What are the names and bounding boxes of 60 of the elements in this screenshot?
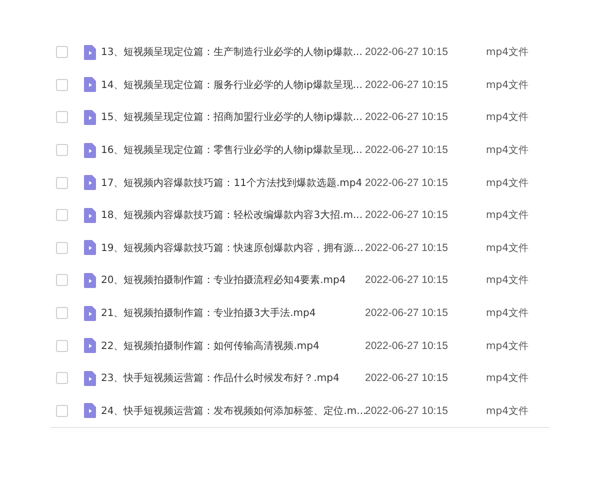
file-name[interactable]: 20、短视频拍摄制作篇：专业拍摄流程必知4要素.mp4 bbox=[101, 273, 363, 288]
checkbox[interactable] bbox=[56, 209, 68, 222]
file-name[interactable]: 15、短视频呈现定位篇：招商加盟行业必学的人物ip爆款... bbox=[101, 110, 363, 124]
file-name[interactable]: 23、快手短视频运营篇：作品什么时候发布好？.mp4 bbox=[101, 371, 363, 386]
checkbox[interactable] bbox=[56, 372, 68, 384]
video-file-icon bbox=[84, 370, 96, 386]
checkbox[interactable] bbox=[56, 144, 68, 156]
checkbox[interactable] bbox=[56, 242, 68, 254]
video-file-icon bbox=[84, 338, 96, 354]
file-type: mp4文件 bbox=[486, 306, 528, 320]
checkbox[interactable] bbox=[56, 78, 68, 91]
file-name[interactable]: 18、短视频内容爆款技巧篇：轻松改编爆款内容3大招.m... bbox=[101, 208, 363, 222]
modified-date: 2022-06-27 10:15 bbox=[365, 144, 449, 156]
file-type: mp4文件 bbox=[486, 110, 528, 124]
file-name[interactable]: 13、短视频呈现定位篇：生产制造行业必学的人物ip爆款... bbox=[101, 45, 363, 60]
video-file-icon bbox=[84, 77, 96, 92]
checkbox[interactable] bbox=[56, 307, 68, 320]
modified-date: 2022-06-27 10:15 bbox=[365, 340, 449, 352]
modified-date: 2022-06-27 10:15 bbox=[365, 274, 449, 286]
file-type: mp4文件 bbox=[486, 46, 528, 60]
file-name[interactable]: 21、短视频拍摄制作篇：专业拍摄3大手法.mp4 bbox=[101, 306, 363, 320]
file-name[interactable]: 14、短视频呈现定位篇：服务行业必学的人物ip爆款呈现... bbox=[101, 78, 363, 92]
file-type: mp4文件 bbox=[486, 372, 528, 386]
checkbox[interactable] bbox=[56, 176, 68, 189]
file-type: mp4文件 bbox=[486, 242, 528, 255]
checkbox[interactable] bbox=[56, 404, 68, 417]
file-name[interactable]: 17、短视频内容爆款技巧篇：11个方法找到爆款选题.mp4 bbox=[101, 176, 363, 190]
video-file-icon bbox=[84, 403, 96, 418]
modified-date: 2022-06-27 10:15 bbox=[365, 404, 449, 417]
video-file-icon bbox=[84, 142, 96, 158]
video-file-icon bbox=[84, 240, 96, 256]
checkbox[interactable] bbox=[56, 46, 68, 58]
modified-date: 2022-06-27 10:15 bbox=[365, 176, 449, 189]
modified-date: 2022-06-27 10:15 bbox=[365, 307, 449, 320]
modified-date: 2022-06-27 10:15 bbox=[365, 46, 449, 58]
file-type: mp4文件 bbox=[486, 274, 528, 288]
video-file-icon bbox=[84, 306, 96, 321]
video-file-icon bbox=[84, 208, 96, 223]
file-type: mp4文件 bbox=[486, 176, 528, 190]
video-file-icon bbox=[84, 110, 96, 125]
modified-date: 2022-06-27 10:15 bbox=[365, 111, 449, 124]
modified-date: 2022-06-27 10:15 bbox=[365, 209, 449, 222]
modified-date: 2022-06-27 10:15 bbox=[365, 242, 449, 254]
file-name[interactable]: 19、短视频内容爆款技巧篇：快速原创爆款内容，拥有源... bbox=[101, 240, 363, 255]
modified-date: 2022-06-27 10:15 bbox=[365, 78, 449, 91]
video-file-icon bbox=[84, 44, 96, 60]
file-name[interactable]: 16、短视频呈现定位篇：零售行业必学的人物ip爆款呈现... bbox=[101, 143, 363, 158]
video-file-icon bbox=[84, 175, 96, 190]
checkbox[interactable] bbox=[56, 274, 68, 286]
file-type: mp4文件 bbox=[486, 78, 528, 92]
modified-date: 2022-06-27 10:15 bbox=[365, 372, 449, 384]
file-type: mp4文件 bbox=[486, 144, 528, 158]
file-type: mp4文件 bbox=[486, 208, 528, 222]
file-name[interactable]: 24、快手短视频运营篇：发布视频如何添加标签、定位.m... bbox=[101, 404, 363, 418]
video-file-icon bbox=[84, 272, 96, 288]
checkbox[interactable] bbox=[56, 340, 68, 352]
file-type: mp4文件 bbox=[486, 340, 528, 353]
file-type: mp4文件 bbox=[486, 404, 528, 418]
file-name[interactable]: 22、短视频拍摄制作篇：如何传输高清视频.mp4 bbox=[101, 338, 363, 353]
checkbox[interactable] bbox=[56, 111, 68, 124]
